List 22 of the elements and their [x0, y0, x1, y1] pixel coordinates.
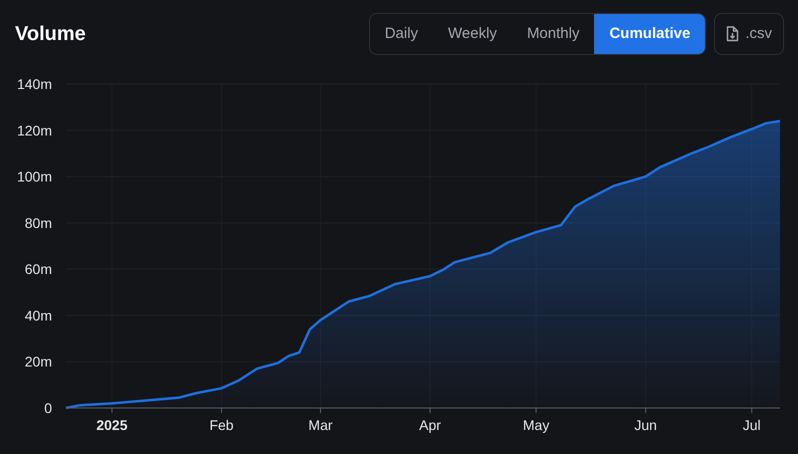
y-axis-label: 40m: [24, 307, 52, 324]
y-axis-label: 0: [44, 400, 52, 416]
x-axis-label: 2025: [96, 417, 128, 433]
period-tab[interactable]: Daily: [370, 14, 434, 54]
period-tab[interactable]: Weekly: [433, 14, 512, 54]
period-tab[interactable]: Monthly: [512, 14, 594, 54]
x-axis-label: Jul: [742, 417, 761, 433]
y-axis-label: 20m: [24, 354, 52, 370]
x-axis-label: Mar: [308, 417, 333, 433]
x-axis-label: Apr: [419, 417, 441, 433]
x-axis-label: May: [522, 417, 550, 433]
csv-download-button[interactable]: .csv: [714, 13, 784, 55]
y-axis-label: 120m: [16, 122, 52, 138]
x-axis-label: Feb: [209, 417, 234, 433]
x-axis-label: Jun: [634, 417, 657, 433]
y-axis-label: 80m: [24, 214, 52, 231]
y-axis-label: 140m: [16, 76, 52, 92]
period-tab[interactable]: Cumulative: [594, 14, 706, 54]
chart-title: Volume: [15, 22, 86, 47]
file-download-icon: [726, 26, 740, 42]
y-axis-label: 100m: [16, 168, 52, 185]
y-axis-label: 60m: [24, 261, 52, 278]
